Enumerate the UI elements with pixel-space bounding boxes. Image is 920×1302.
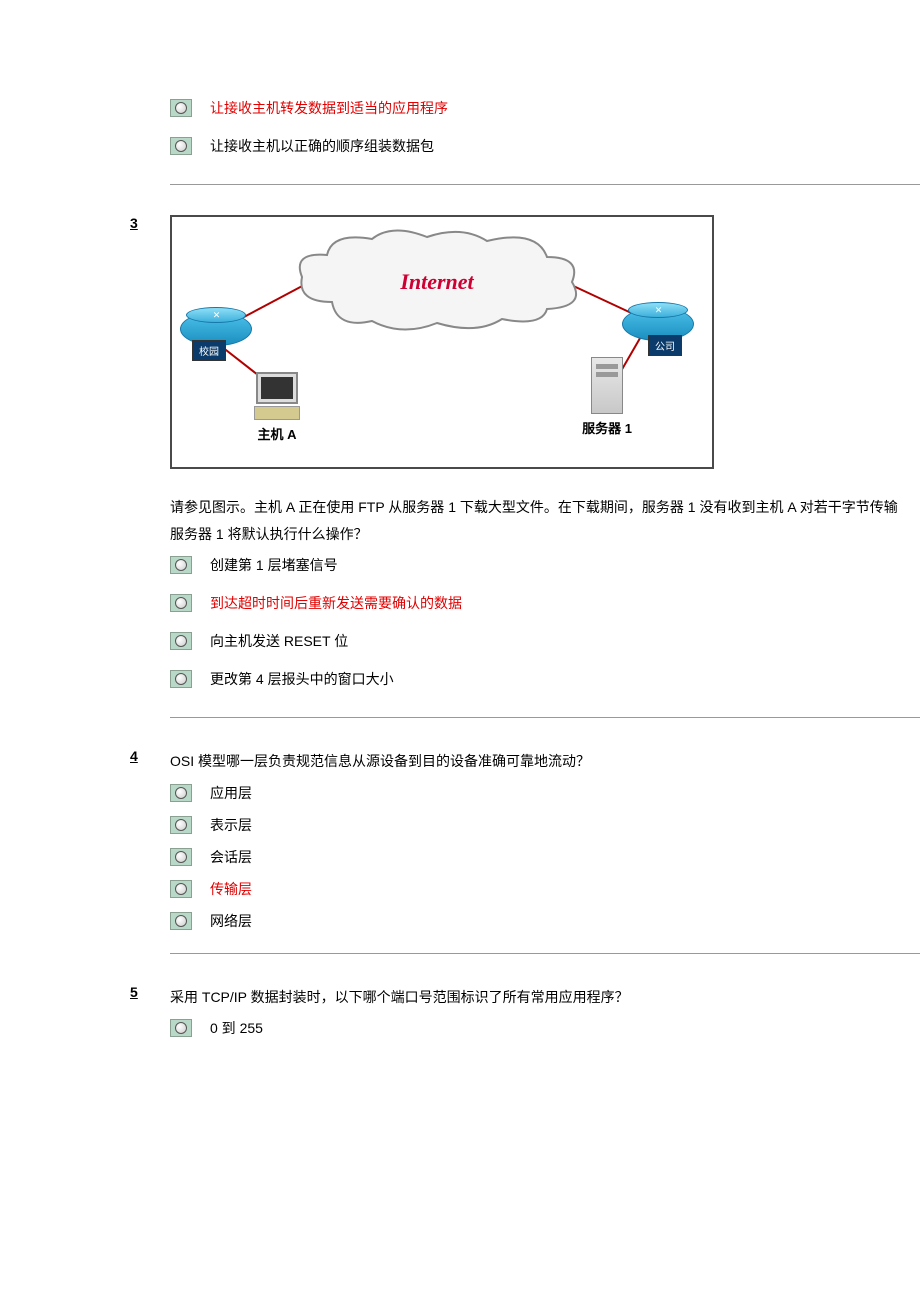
option-text: 表示层 (210, 815, 252, 835)
router-company-label: 公司 (648, 335, 682, 356)
options-group: 让接收主机转发数据到适当的应用程序 让接收主机以正确的顺序组装数据包 (170, 98, 920, 156)
router-campus-label: 校园 (192, 340, 226, 361)
option-row: 传输层 (170, 879, 920, 899)
option-row: 让接收主机转发数据到适当的应用程序 (170, 98, 920, 118)
server-1-label: 服务器 1 (577, 418, 637, 437)
question-2-tail: 让接收主机转发数据到适当的应用程序 让接收主机以正确的顺序组装数据包 (170, 98, 920, 185)
radio-icon[interactable] (170, 848, 192, 866)
option-text: 会话层 (210, 847, 252, 867)
option-text: 让接收主机以正确的顺序组装数据包 (210, 136, 434, 156)
host-a-icon: 主机 A (247, 372, 307, 443)
option-text: 传输层 (210, 879, 252, 899)
internet-cloud: Internet (287, 227, 587, 337)
option-row: 到达超时时间后重新发送需要确认的数据 (170, 593, 920, 613)
options-group: 创建第 1 层堵塞信号 到达超时时间后重新发送需要确认的数据 向主机发送 RES… (170, 555, 920, 689)
radio-icon[interactable] (170, 670, 192, 688)
option-text: 到达超时时间后重新发送需要确认的数据 (210, 593, 462, 613)
question-5: 5 采用 TCP/IP 数据封装时，以下哪个端口号范围标识了所有常用应用程序？ … (170, 984, 920, 1067)
radio-icon[interactable] (170, 594, 192, 612)
radio-icon[interactable] (170, 556, 192, 574)
option-row: 创建第 1 层堵塞信号 (170, 555, 920, 575)
network-diagram: Internet ✕ 校园 ✕ 公司 主机 A 服务器 1 (170, 215, 714, 469)
question-text-line: 请参见图示。主机 A 正在使用 FTP 从服务器 1 下载大型文件。在下载期间，… (170, 499, 898, 515)
question-3: 3 Internet ✕ 校园 ✕ 公司 (170, 215, 920, 718)
question-number: 4 (130, 748, 138, 764)
option-row: 更改第 4 层报头中的窗口大小 (170, 669, 920, 689)
question-text: OSI 模型哪一层负责规范信息从源设备到目的设备准确可靠地流动？ (170, 748, 920, 775)
option-text: 向主机发送 RESET 位 (210, 631, 348, 651)
option-row: 表示层 (170, 815, 920, 835)
option-row: 0 到 255 (170, 1018, 920, 1038)
question-number: 3 (130, 215, 138, 231)
radio-icon[interactable] (170, 912, 192, 930)
option-row: 网络层 (170, 911, 920, 931)
radio-icon[interactable] (170, 880, 192, 898)
radio-icon[interactable] (170, 784, 192, 802)
options-group: 应用层 表示层 会话层 传输层 网络层 (170, 783, 920, 931)
question-4: 4 OSI 模型哪一层负责规范信息从源设备到目的设备准确可靠地流动？ 应用层 表… (170, 748, 920, 954)
options-group: 0 到 255 (170, 1018, 920, 1038)
radio-icon[interactable] (170, 137, 192, 155)
option-row: 向主机发送 RESET 位 (170, 631, 920, 651)
option-text: 网络层 (210, 911, 252, 931)
radio-icon[interactable] (170, 816, 192, 834)
option-row: 应用层 (170, 783, 920, 803)
server-1-icon: 服务器 1 (577, 357, 637, 437)
question-text-line: 服务器 1 将默认执行什么操作？ (170, 526, 368, 542)
option-text: 0 到 255 (210, 1018, 263, 1038)
question-number: 5 (130, 984, 138, 1000)
option-row: 会话层 (170, 847, 920, 867)
option-text: 创建第 1 层堵塞信号 (210, 555, 338, 575)
radio-icon[interactable] (170, 632, 192, 650)
option-text: 让接收主机转发数据到适当的应用程序 (210, 98, 448, 118)
question-text: 采用 TCP/IP 数据封装时，以下哪个端口号范围标识了所有常用应用程序？ (170, 984, 920, 1011)
option-text: 更改第 4 层报头中的窗口大小 (210, 669, 394, 689)
cloud-label: Internet (400, 269, 473, 295)
radio-icon[interactable] (170, 1019, 192, 1037)
page: 让接收主机转发数据到适当的应用程序 让接收主机以正确的顺序组装数据包 3 Int… (0, 0, 920, 1136)
question-text: 请参见图示。主机 A 正在使用 FTP 从服务器 1 下载大型文件。在下载期间，… (170, 494, 920, 547)
host-a-label: 主机 A (247, 424, 307, 443)
option-row: 让接收主机以正确的顺序组装数据包 (170, 136, 920, 156)
radio-icon[interactable] (170, 99, 192, 117)
option-text: 应用层 (210, 783, 252, 803)
